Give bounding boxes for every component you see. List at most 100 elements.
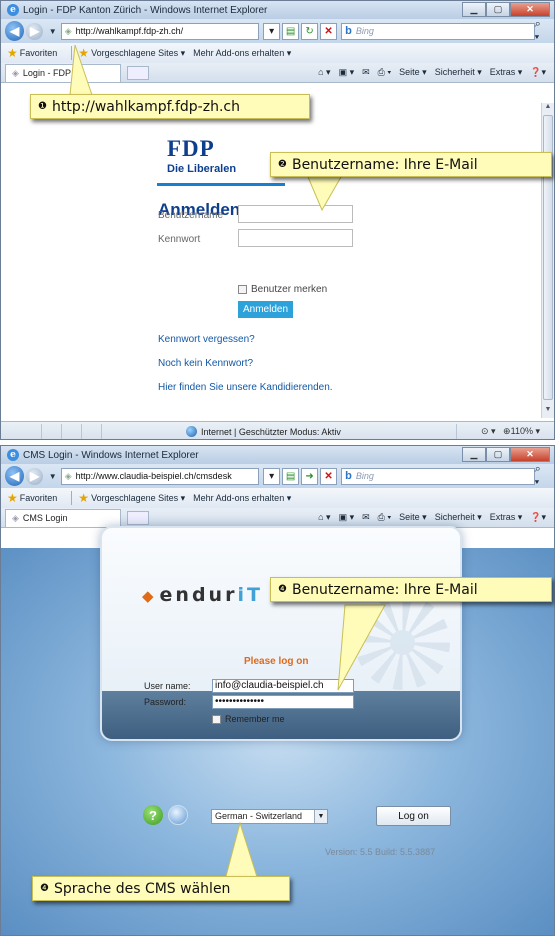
callout-1-number: ❶ <box>38 101 47 112</box>
username-label: Benutzername <box>158 210 224 221</box>
compatibility-icon[interactable]: ▤ <box>282 467 300 485</box>
help-icon[interactable]: ❓▾ <box>530 512 546 523</box>
security-zone: Internet | Geschützter Modus: Aktiv <box>186 426 341 437</box>
scroll-down-icon[interactable]: ▼ <box>542 406 554 418</box>
password-input[interactable] <box>238 229 353 247</box>
history-dropdown-icon[interactable]: ▼ <box>49 27 57 36</box>
extras-menu[interactable]: Extras ▾ <box>490 512 523 523</box>
password-input[interactable]: •••••••••••••• <box>212 695 354 709</box>
chevron-down-icon[interactable]: ▼ <box>314 810 327 823</box>
version-text: Version: 5.5 Build: 5.5.3887 <box>325 847 436 857</box>
remember-me-checkbox[interactable]: Remember me <box>212 714 285 724</box>
tab-cms-login[interactable]: ◈ CMS Login <box>5 508 121 527</box>
logo-divider <box>157 183 285 186</box>
security-menu[interactable]: Sicherheit ▾ <box>435 512 482 523</box>
address-dropdown-icon[interactable]: ▾ <box>263 22 281 40</box>
candidates-link[interactable]: Hier finden Sie unsere Kandidierenden. <box>158 382 333 393</box>
log-on-button[interactable]: Log on <box>376 806 451 826</box>
maximize-button[interactable]: ▢ <box>486 2 510 17</box>
security-menu[interactable]: Sicherheit ▾ <box>435 67 482 78</box>
minimize-button[interactable]: ▁ <box>462 447 486 462</box>
fdp-logo-subtitle: Die Liberalen <box>167 163 237 175</box>
address-bar[interactable]: ◈ http://wahlkampf.fdp-zh.ch/ <box>60 22 260 40</box>
vertical-scrollbar[interactable]: ▲ ▼ <box>541 103 554 418</box>
callout-2: ❷ Benutzername: Ihre E-Mail <box>270 152 552 177</box>
language-select[interactable]: German - Switzerland ▼ <box>211 809 328 824</box>
go-arrow-icon[interactable]: ➜ <box>301 467 319 485</box>
username-input[interactable]: info@claudia-beispiel.ch <box>212 679 354 693</box>
suggested-sites-link[interactable]: Vorgeschlagene Sites ▾ <box>91 48 185 59</box>
tab-login-fdp[interactable]: ◈ Login - FDP <box>5 63 121 82</box>
globe-icon[interactable] <box>168 805 188 825</box>
stop-icon[interactable]: ✕ <box>320 467 338 485</box>
home-icon[interactable]: ⌂ ▾ <box>318 67 330 78</box>
remember-user-checkbox[interactable]: Benutzer merken <box>238 284 327 295</box>
page-icon: ◈ <box>64 470 72 481</box>
callout-3: ❹ Benutzername: Ihre E-Mail <box>270 577 552 602</box>
search-box[interactable]: b Bing <box>341 467 535 485</box>
refresh-icon[interactable]: ↻ <box>301 22 319 40</box>
window-title: Login - FDP Kanton Zürich - Windows Inte… <box>23 4 268 16</box>
forward-arrow-icon[interactable]: ▶ <box>26 22 43 40</box>
add-favorite-icon[interactable]: ★ <box>78 46 89 60</box>
window-controls: ▁ ▢ ✕ <box>462 447 550 462</box>
command-bar: ⌂ ▾ ▣ ▾ ✉ ⎙ ▾ Seite ▾ Sicherheit ▾ Extra… <box>310 512 546 523</box>
window-title: CMS Login - Windows Internet Explorer <box>23 449 199 461</box>
username-input[interactable] <box>238 205 353 223</box>
checkbox-icon[interactable] <box>212 714 221 724</box>
new-tab-button[interactable] <box>127 510 149 525</box>
zoom-level[interactable]: ⊙ ▾ ⊕110% ▾ <box>481 426 540 437</box>
suggested-sites-link[interactable]: Vorgeschlagene Sites ▾ <box>91 493 185 504</box>
username-label: User name: <box>144 681 191 691</box>
page-menu[interactable]: Seite ▾ <box>399 67 427 78</box>
addons-link[interactable]: Mehr Add-ons erhalten ▾ <box>193 48 291 59</box>
forward-arrow-icon[interactable]: ▶ <box>26 467 43 485</box>
status-bar: Internet | Geschützter Modus: Aktiv ⊙ ▾ … <box>1 421 554 439</box>
back-arrow-icon[interactable]: ◀ <box>5 21 25 41</box>
addons-link[interactable]: Mehr Add-ons erhalten ▾ <box>193 493 291 504</box>
diamond-icon: ◆ <box>142 587 157 605</box>
mail-icon[interactable]: ✉ <box>362 67 370 78</box>
search-icon[interactable]: ⌕ ▾ <box>535 463 548 489</box>
callout-3-number: ❹ <box>278 584 287 595</box>
search-icon[interactable]: ⌕ ▾ <box>535 18 548 44</box>
back-arrow-icon[interactable]: ◀ <box>5 466 25 486</box>
mail-icon[interactable]: ✉ <box>362 512 370 523</box>
home-icon[interactable]: ⌂ ▾ <box>318 512 330 523</box>
address-dropdown-icon[interactable]: ▾ <box>263 467 281 485</box>
checkbox-icon[interactable] <box>238 285 247 294</box>
no-password-link[interactable]: Noch kein Kennwort? <box>158 358 253 369</box>
compatibility-icon[interactable]: ▤ <box>282 22 300 40</box>
history-dropdown-icon[interactable]: ▼ <box>49 472 57 481</box>
title-bar: e CMS Login - Windows Internet Explorer … <box>1 446 554 464</box>
stop-icon[interactable]: ✕ <box>320 22 338 40</box>
callout-1: ❶ http://wahlkampf.fdp-zh.ch <box>30 94 310 119</box>
address-text: http://wahlkampf.fdp-zh.ch/ <box>75 26 184 36</box>
add-favorite-icon[interactable]: ★ <box>78 491 89 505</box>
favorites-star-icon[interactable]: ★ <box>7 46 18 60</box>
page-menu[interactable]: Seite ▾ <box>399 512 427 523</box>
scroll-up-icon[interactable]: ▲ <box>542 103 554 115</box>
feeds-icon[interactable]: ▣ ▾ <box>339 67 355 78</box>
print-icon[interactable]: ⎙ ▾ <box>378 67 391 78</box>
login-button[interactable]: Anmelden <box>238 301 293 318</box>
favorites-button[interactable]: Favoriten <box>20 493 58 503</box>
feeds-icon[interactable]: ▣ ▾ <box>339 512 355 523</box>
close-button[interactable]: ✕ <box>510 447 550 462</box>
help-icon[interactable]: ? <box>143 805 163 825</box>
help-icon[interactable]: ❓▾ <box>530 67 546 78</box>
close-button[interactable]: ✕ <box>510 2 550 17</box>
extras-menu[interactable]: Extras ▾ <box>490 67 523 78</box>
address-bar[interactable]: ◈ http://www.claudia-beispiel.ch/cmsdesk <box>60 467 260 485</box>
minimize-button[interactable]: ▁ <box>462 2 486 17</box>
search-box[interactable]: b Bing <box>341 22 535 40</box>
forgot-password-link[interactable]: Kennwort vergessen? <box>158 334 255 345</box>
maximize-button[interactable]: ▢ <box>486 447 510 462</box>
favorites-button[interactable]: Favoriten <box>20 48 58 58</box>
print-icon[interactable]: ⎙ ▾ <box>378 512 391 523</box>
please-log-on-text: Please log on <box>244 656 309 667</box>
favorites-star-icon[interactable]: ★ <box>7 491 18 505</box>
page-icon: ◈ <box>64 25 72 36</box>
new-tab-button[interactable] <box>127 65 149 80</box>
status-mode-text: Internet | Geschützter Modus: Aktiv <box>201 426 341 437</box>
